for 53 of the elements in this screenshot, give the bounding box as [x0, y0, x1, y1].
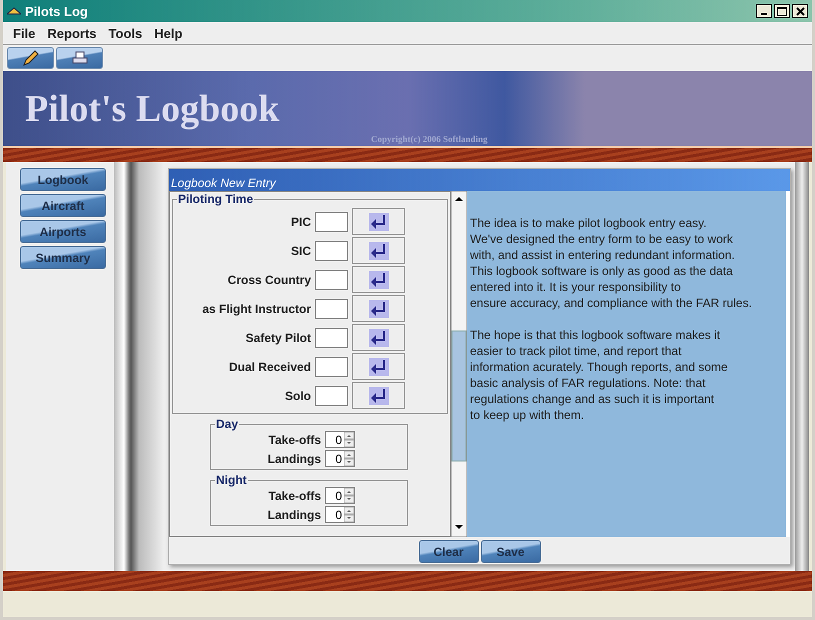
time-input[interactable] — [315, 212, 348, 232]
menu-item[interactable]: Help — [148, 26, 188, 40]
field-label: Dual Received — [228, 360, 311, 374]
time-input[interactable] — [315, 298, 348, 318]
group-title: Night — [215, 473, 248, 487]
menu-item[interactable]: Reports — [41, 26, 103, 40]
edit-button[interactable] — [7, 47, 54, 69]
printer-icon — [72, 51, 88, 65]
spinner-label: Landings — [268, 508, 321, 522]
maximize-icon — [777, 6, 787, 16]
group-title: Piloting Time — [177, 192, 254, 206]
spinner-label: Landings — [268, 452, 321, 466]
pencil-icon — [22, 50, 40, 66]
scrollbar[interactable] — [451, 191, 467, 537]
close-button[interactable] — [792, 4, 808, 18]
spinner-label: Take-offs — [268, 432, 321, 446]
print-button[interactable] — [56, 47, 103, 69]
field-label: Solo — [285, 388, 311, 402]
enter-button[interactable] — [352, 208, 405, 235]
enter-button[interactable] — [352, 237, 405, 264]
copyright-text: Copyright(c) 2006 Softlanding — [371, 134, 488, 144]
frame-title: Logbook New Entry — [169, 169, 790, 191]
time-input[interactable] — [315, 240, 348, 260]
number-spinner[interactable]: 0 — [325, 431, 355, 448]
banner-title: Pilot's Logbook — [25, 86, 280, 130]
group-title: Day — [215, 417, 240, 431]
time-input[interactable] — [315, 328, 348, 348]
info-paragraph: The idea is to make pilot logbook entry easy. We've designed the entry form to be easy to work with, and assist in entering redundant information. This logbook software is only as good as the data entered into it. It is your responsibility to ensure accuracy, and compliance with the FAR rules. — [470, 215, 753, 311]
time-input[interactable] — [315, 386, 348, 406]
number-spinner[interactable]: 0 — [325, 450, 355, 467]
enter-button[interactable] — [352, 324, 405, 351]
number-spinner[interactable]: 0 — [325, 506, 355, 523]
time-input[interactable] — [315, 270, 348, 290]
window-title: Pilots Log — [25, 4, 88, 18]
spinner-label: Take-offs — [268, 488, 321, 502]
maximize-button[interactable] — [774, 4, 790, 18]
field-label: Safety Pilot — [246, 330, 311, 344]
enter-button[interactable] — [352, 353, 405, 380]
time-input[interactable] — [315, 356, 348, 376]
enter-button[interactable] — [352, 266, 405, 293]
menu-item[interactable]: Tools — [102, 26, 148, 40]
field-label: SIC — [290, 244, 311, 258]
close-icon — [796, 6, 804, 16]
field-label: PIC — [290, 214, 311, 228]
enter-button[interactable] — [352, 382, 405, 409]
number-spinner[interactable]: 0 — [325, 487, 355, 504]
field-label: Cross Country — [228, 272, 311, 286]
plane-logo-icon — [7, 7, 21, 15]
enter-button[interactable] — [352, 295, 405, 322]
info-paragraph: The hope is that this logbook software makes it easier to track pilot time, and report that information acurately. Though reports, and some basic analysis of FAR regulations. Note: that regulations change and as such it is important to keep up with them. — [470, 327, 729, 423]
field-label: as Flight Instructor — [202, 302, 311, 316]
minimize-button[interactable] — [756, 4, 772, 18]
menu-item[interactable]: File — [7, 26, 42, 40]
